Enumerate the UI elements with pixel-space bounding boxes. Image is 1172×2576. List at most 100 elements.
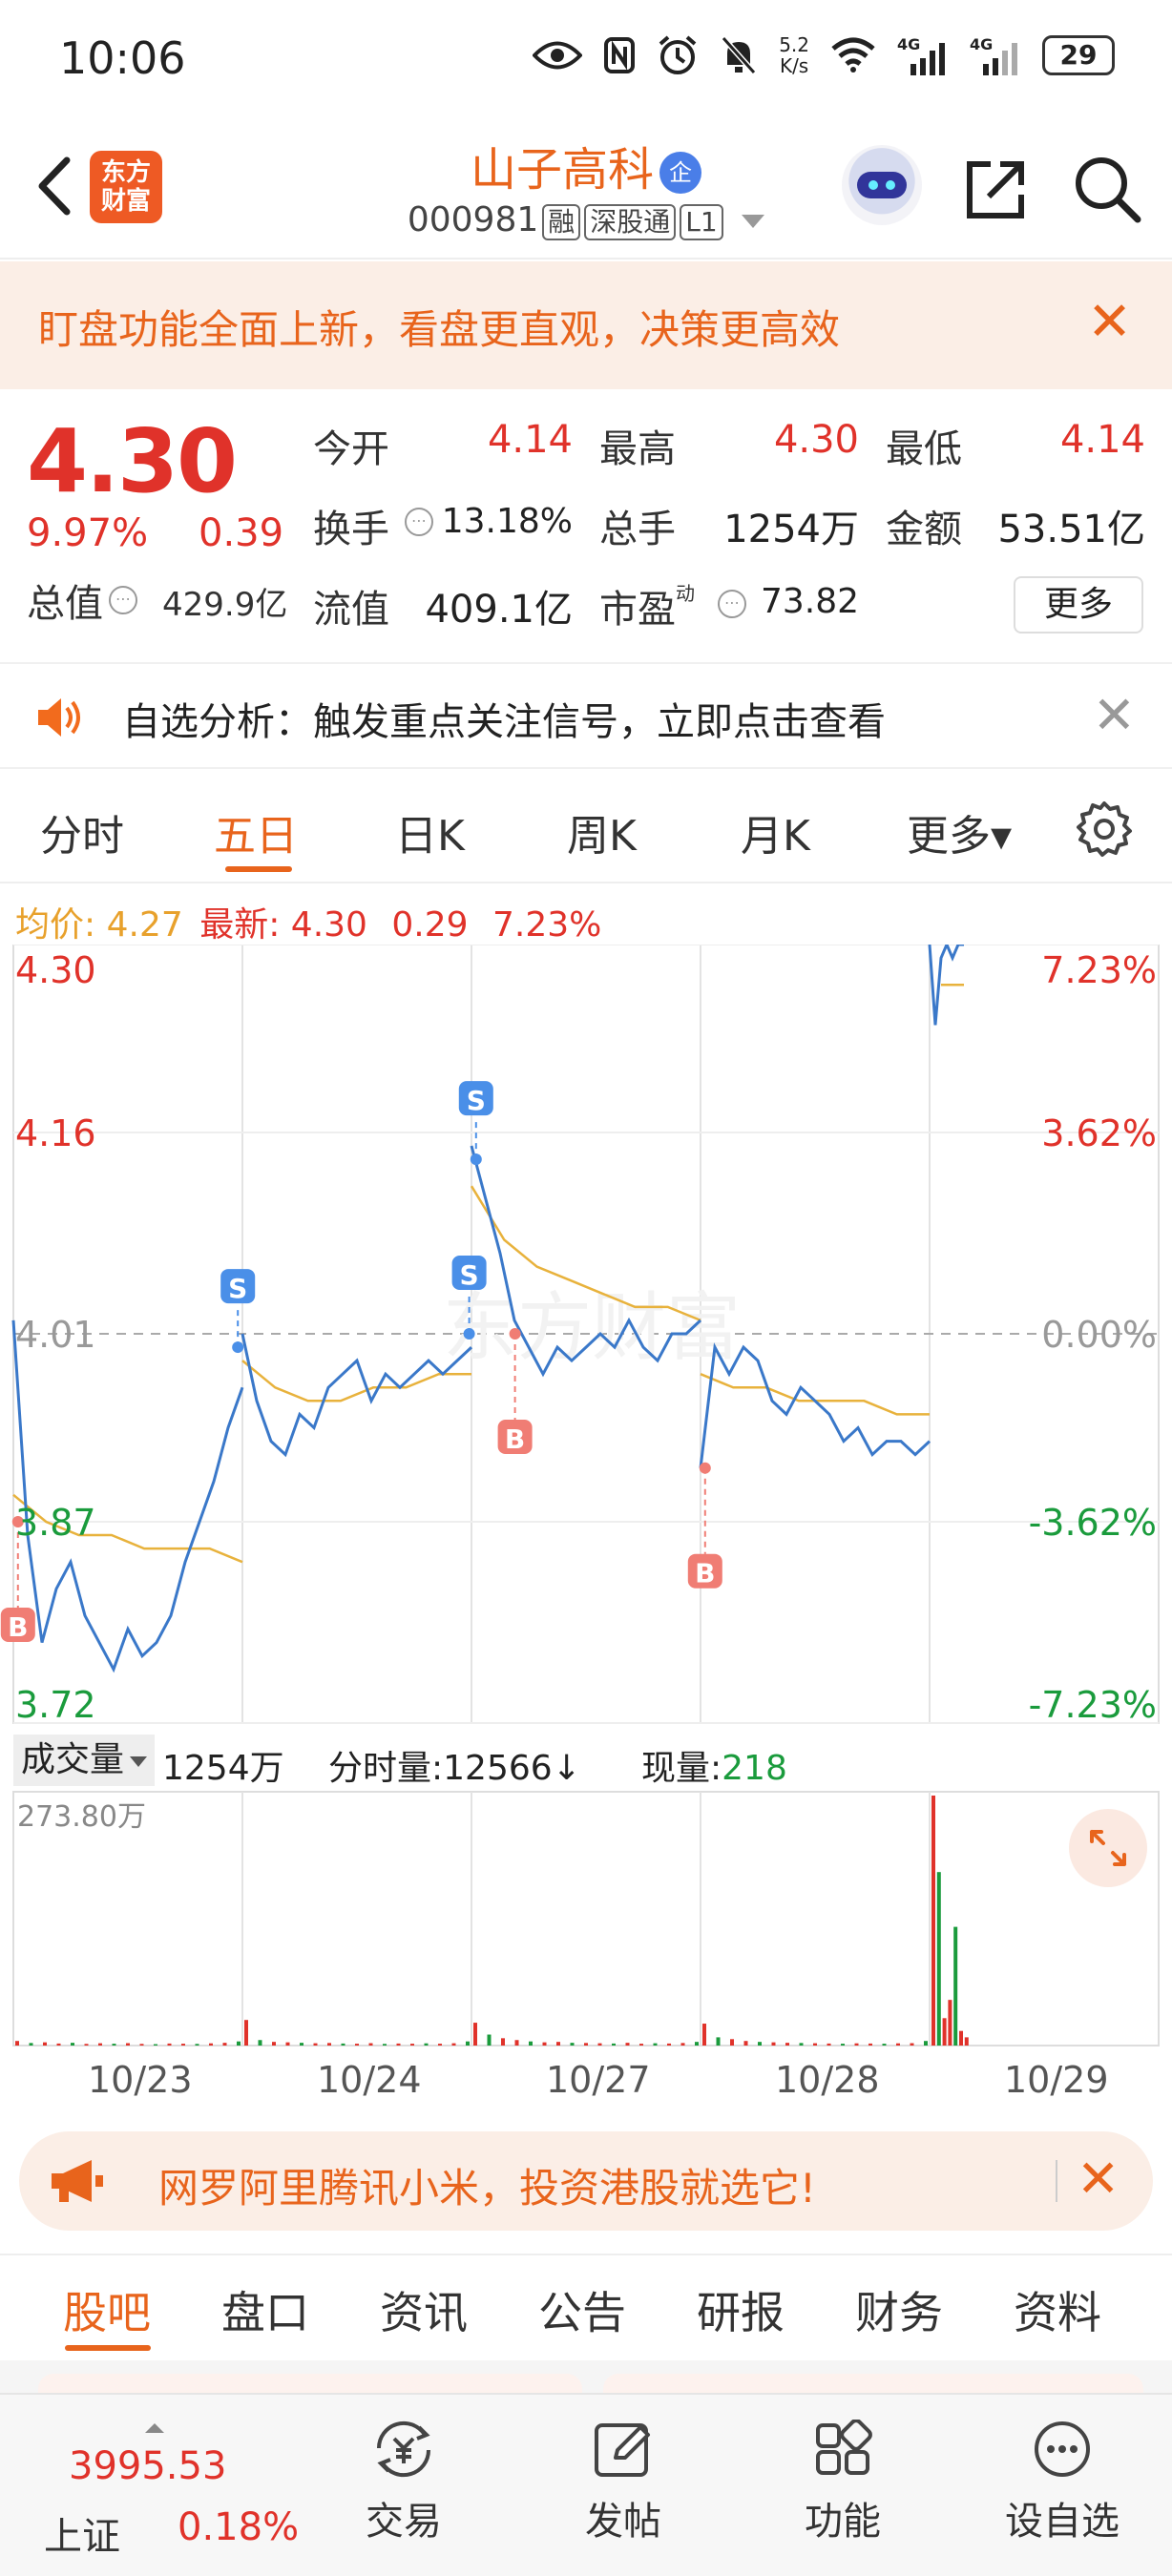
volume-bar	[612, 2043, 616, 2046]
volume-bar	[451, 2043, 456, 2046]
feature-promo-banner[interactable]: 盯盘功能全面上新，看盘更直观，决策更高效 ✕	[0, 261, 1172, 389]
watchlist-analysis-notice[interactable]: 自选分析：触发重点关注信号，立即点击查看 ✕	[0, 662, 1172, 769]
enterprise-badge: 企	[659, 152, 701, 194]
tab-profile[interactable]: 资料	[1014, 2278, 1101, 2341]
volume-bar	[209, 2043, 213, 2046]
low-label: 最低	[886, 427, 962, 471]
quote-panel: 4.30 9.97% 0.39 总值 ⋯ 429.9亿 今开 4.14 最高 4…	[0, 391, 1172, 658]
y-tick-label-left: 3.72	[15, 1684, 96, 1726]
volume-bar	[56, 2043, 61, 2046]
volume-bar	[244, 2020, 248, 2046]
volume-bar	[869, 2043, 872, 2046]
volume-bar	[154, 2044, 157, 2046]
nav-post[interactable]: 发帖	[552, 2420, 695, 2545]
content-card-peek	[603, 2374, 1143, 2393]
ad-text: 网罗阿里腾讯小米，投资港股就选它!	[158, 2165, 816, 2212]
volume-bar	[167, 2043, 172, 2046]
function-grid-icon	[816, 2420, 872, 2475]
volume-bar	[438, 2044, 442, 2046]
period-tabs: 分时 五日 日K 周K 月K 更多▾	[0, 771, 1172, 883]
volume-bar	[424, 2043, 429, 2046]
date-axis: 10/23 10/24 10/27 10/28 10/29	[0, 2051, 1172, 2109]
volume-bar	[827, 2043, 831, 2046]
nav-trade[interactable]: 交易	[332, 2420, 475, 2545]
amount-label: 金额	[886, 508, 962, 551]
net-speed: 5.2 K/s	[779, 34, 809, 76]
volume-chart[interactable]: 273.80万	[0, 1790, 1172, 2047]
date-label: 10/27	[546, 2059, 651, 2101]
tab-research[interactable]: 研报	[697, 2278, 785, 2341]
info-tabs: 股吧 盘口 资讯 公告 研报 财务 资料	[0, 2254, 1172, 2358]
tab-news[interactable]: 资讯	[380, 2278, 468, 2341]
tab-weekly-k[interactable]: 周K	[567, 801, 637, 862]
signal-4g-icon: 4G	[897, 35, 949, 75]
latest-label: 最新:	[199, 905, 281, 945]
date-label: 10/23	[88, 2059, 193, 2101]
volume-bar	[355, 2044, 359, 2046]
volume-bar	[570, 2043, 575, 2046]
net-speed-unit: K/s	[779, 54, 809, 77]
five-day-price-chart[interactable]: 东方财富 B S S S B B 4.30 7.23% 4.16 3.62% 4.01 0.00% 3.8…	[0, 945, 1172, 1727]
open-label: 今开	[313, 427, 389, 471]
tab-five-day[interactable]: 五日	[214, 801, 298, 862]
nfc-icon	[604, 37, 636, 73]
nav-functions[interactable]: 功能	[771, 2420, 914, 2545]
nav-functions-label: 功能	[805, 2500, 881, 2544]
amount-value: 53.51亿	[997, 508, 1145, 551]
nav-add-watchlist[interactable]: 设自选	[991, 2420, 1134, 2545]
latest-percent: 7.23%	[492, 905, 602, 945]
assistant-robot-icon[interactable]	[842, 145, 922, 225]
search-icon[interactable]	[1071, 153, 1143, 225]
more-button[interactable]: 更多	[1014, 576, 1143, 634]
eye-icon	[533, 41, 583, 70]
tab-monthly-k[interactable]: 月K	[741, 801, 810, 862]
buy-signal-label: B	[8, 1611, 28, 1643]
share-icon[interactable]	[962, 156, 1029, 223]
stock-code: 000981	[407, 200, 539, 239]
volume-bar	[799, 2043, 804, 2046]
notice-close-icon[interactable]: ✕	[1093, 687, 1136, 744]
info-icon[interactable]: ⋯	[109, 586, 137, 614]
tab-intraday[interactable]: 分时	[40, 801, 124, 862]
volume-bar	[258, 2040, 262, 2046]
wifi-icon	[831, 37, 875, 73]
gear-icon[interactable]	[1075, 800, 1134, 859]
price-line	[699, 1342, 931, 1468]
index-ticker[interactable]: 3995.53 上证 0.18%	[38, 2418, 324, 2559]
info-icon[interactable]: ⋯	[718, 590, 746, 618]
tab-order-book[interactable]: 盘口	[221, 2278, 309, 2341]
chevron-down-icon	[742, 215, 765, 228]
tab-more[interactable]: 更多▾	[907, 801, 1012, 862]
volume-bar	[743, 2041, 748, 2046]
volume-bar	[924, 2041, 928, 2046]
volume-bar	[841, 2044, 845, 2046]
volume-bar	[466, 2041, 470, 2046]
tab-daily-k[interactable]: 日K	[395, 801, 465, 862]
status-icons: 5.2 K/s 4G 4G 29	[533, 34, 1115, 76]
hk-stock-ad-banner[interactable]: 网罗阿里腾讯小米，投资港股就选它! ✕	[19, 2131, 1153, 2231]
expand-chart-button[interactable]	[1069, 1809, 1147, 1887]
trade-icon	[376, 2420, 431, 2478]
volume-bar	[98, 2043, 102, 2046]
active-tab-indicator	[225, 866, 292, 872]
tab-forum[interactable]: 股吧	[63, 2278, 151, 2341]
volume-bar	[139, 2044, 144, 2046]
nav-post-label: 发帖	[585, 2500, 661, 2544]
volume-bar	[556, 2042, 560, 2046]
promo-close-icon[interactable]: ✕	[1087, 296, 1132, 349]
info-icon[interactable]: ⋯	[405, 508, 433, 536]
ad-close-icon[interactable]: ✕	[1077, 2150, 1120, 2208]
status-time: 10:06	[59, 32, 186, 84]
tab-financials[interactable]: 财务	[855, 2278, 943, 2341]
volume-selector[interactable]: 成交量	[13, 1735, 156, 1786]
volume-bar	[487, 2034, 492, 2046]
open-value: 4.14	[487, 418, 573, 462]
average-price-line	[241, 1360, 471, 1402]
volume-bar	[716, 2037, 721, 2046]
notice-text: 自选分析：触发重点关注信号，立即点击查看	[122, 700, 886, 744]
connect-tag: 深股通	[584, 204, 677, 240]
y-tick-label-right: 0.00%	[1041, 1314, 1157, 1356]
volume-bar	[195, 2044, 199, 2046]
current-price: 4.30	[27, 410, 238, 512]
tab-announcements[interactable]: 公告	[538, 2278, 626, 2341]
